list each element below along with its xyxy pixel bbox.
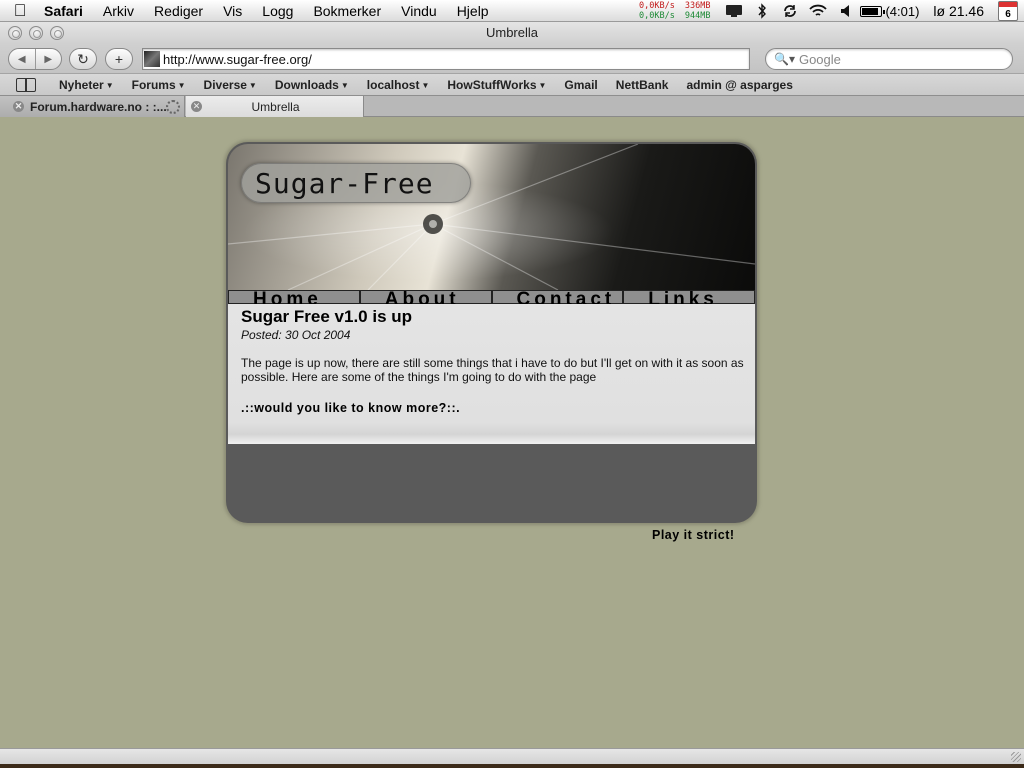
bookmark-label: HowStuffWorks [447,77,537,92]
reload-icon: ↻ [77,50,89,67]
site-favicon [144,51,160,67]
menu-arkiv[interactable]: Arkiv [93,0,144,22]
menu-bokmerker[interactable]: Bokmerker [303,0,391,22]
bookmark-label: Forums [131,77,176,92]
wifi-icon[interactable] [807,0,829,22]
back-forward-group: ◀ ▶ [8,48,62,70]
chevron-down-icon: ▼ [177,80,186,90]
tab-label: Umbrella [251,99,300,114]
tab-forum-hardware[interactable]: ✕ Forum.hardware.no : :... [0,96,185,117]
site-container: Sugar-Free Home About Contact Links Suga… [226,142,757,523]
battery-level-fill [862,7,879,15]
network-monitor[interactable]: 0,0KB/s 0,0KB/s [639,1,675,21]
nav-home[interactable]: Home [228,289,360,310]
url-text: http://www.sugar-free.org/ [163,51,312,67]
chevron-down-icon: ▼ [105,80,114,90]
bookmark-admin[interactable]: admin @ asparges [677,78,801,92]
bookmark-downloads[interactable]: Downloads ▼ [266,78,358,92]
status-bar [0,748,1024,764]
bookmark-forums[interactable]: Forums ▼ [123,78,195,92]
loading-spinner-icon [166,99,180,114]
plus-icon: + [114,51,124,67]
back-button[interactable]: ◀ [9,49,35,69]
site-header-banner: Sugar-Free [228,144,755,290]
display-icon[interactable] [723,0,745,22]
net-down-rate: 0,0KB/s [639,11,675,21]
bookmark-nettbank[interactable]: NettBank [607,78,678,92]
reload-button[interactable]: ↻ [69,48,97,70]
tab-bar: ✕ Forum.hardware.no : :... ✕ Umbrella [0,96,1024,117]
window-title: Umbrella [485,25,538,40]
site-nav: Home About Contact Links [228,289,755,310]
bookmark-nyheter[interactable]: Nyheter ▼ [50,78,123,92]
tab-umbrella[interactable]: ✕ Umbrella [186,96,364,117]
address-bar[interactable]: http://www.sugar-free.org/ [142,48,750,70]
chevron-down-icon: ▼ [538,80,547,90]
bookmarks-bar: Nyheter ▼ Forums ▼ Diverse ▼ Downloads ▼ loc… [0,73,1024,96]
close-tab-icon[interactable]: ✕ [191,101,202,112]
memory-monitor[interactable]: 336MB 944MB [685,1,711,21]
net-up-rate: 0,0KB/s [639,1,675,11]
memory-used: 336MB [684,1,711,11]
browser-toolbar: ◀ ▶ ↻ + http://www.sugar-free.org/ 🔍▾ [0,44,1024,73]
back-arrow-icon: ◀ [17,53,26,65]
bookmark-diverse[interactable]: Diverse ▼ [195,78,266,92]
add-bookmark-button[interactable]: + [105,48,133,70]
search-input[interactable] [798,51,999,67]
read-more-link[interactable]: .::would you like to know more?::. [241,401,460,415]
bookmark-label: Downloads [274,77,339,92]
battery-icon[interactable] [860,5,886,17]
bookmark-label: Diverse [203,77,247,92]
nav-links[interactable]: Links [623,289,755,310]
menu-logg[interactable]: Logg [252,0,303,22]
bluetooth-icon[interactable] [751,0,773,22]
bookmark-label: Nyheter [59,77,104,92]
menu-hjelp[interactable]: Hjelp [447,0,499,22]
bookmarks-book-icon[interactable] [16,77,36,92]
bookmark-label: localhost [366,77,420,92]
calendar-icon[interactable]: 6 [998,1,1018,21]
resize-grip-icon[interactable] [1011,752,1021,762]
close-tab-icon[interactable]: ✕ [13,101,24,112]
bookmark-gmail[interactable]: Gmail [555,78,606,92]
forward-arrow-icon: ▶ [44,53,53,65]
web-page: Sugar-Free Home About Contact Links Suga… [0,118,1024,748]
chevron-down-icon: ▼ [248,80,257,90]
search-field[interactable]: 🔍▾ [765,48,1013,70]
desktop-background [0,764,1024,768]
search-icon[interactable]: 🔍▾ [774,52,795,66]
menu-rediger[interactable]: Rediger [144,0,213,22]
memory-free: 944MB [684,11,711,21]
menu-bar:  Safari Arkiv Rediger Vis Logg Bokmerke… [0,0,1024,22]
bookmark-howstuffworks[interactable]: HowStuffWorks ▼ [438,78,555,92]
bookmark-localhost[interactable]: localhost ▼ [358,78,439,92]
battery-time: (4:01) [885,3,920,19]
menu-vindu[interactable]: Vindu [391,0,447,22]
volume-icon[interactable] [835,0,857,22]
site-logo[interactable]: Sugar-Free [241,163,471,203]
menubar-clock[interactable]: lø 21.46 [933,3,984,19]
menu-extras: 0,0KB/s 0,0KB/s 336MB 944MB (4:01) lø 21… [639,0,1024,22]
chevron-down-icon: ▼ [421,80,430,90]
window-titlebar: Umbrella [0,22,1024,44]
post-title: Sugar Free v1.0 is up [241,307,413,326]
footer-tagline: Play it strict! [652,528,735,542]
nav-contact[interactable]: Contact [491,289,624,310]
tab-label: Forum.hardware.no : :... [30,99,166,114]
chevron-down-icon: ▼ [340,80,349,90]
apple-menu-icon[interactable]:  [0,0,40,22]
sync-icon[interactable] [779,0,801,22]
post-body: The page is up now, there are still some… [241,356,744,384]
menu-safari[interactable]: Safari [40,0,93,22]
post-date: Posted: 30 Oct 2004 [241,328,351,342]
forward-button[interactable]: ▶ [34,49,62,69]
logo-text: Sugar-Free [255,167,434,200]
menu-vis[interactable]: Vis [213,0,252,22]
nav-about[interactable]: About [359,289,492,310]
post-area: Sugar Free v1.0 is up Posted: 30 Oct 200… [228,304,755,444]
